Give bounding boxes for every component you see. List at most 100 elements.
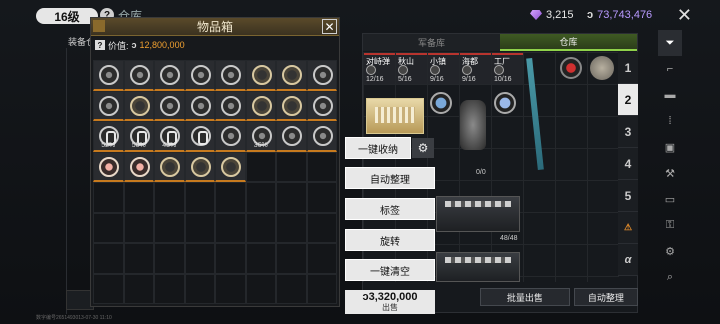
item-slot[interactable]: 52% [93,121,124,152]
item-slot[interactable] [184,121,215,152]
storage-case-item[interactable] [436,252,520,282]
clear-all-button[interactable]: 一键清空 [345,259,435,281]
page-1[interactable]: 1 [618,52,638,84]
empty-slot[interactable] [93,182,124,213]
ammo-icon[interactable]: ⁞ [658,108,682,134]
empty-slot[interactable] [93,243,124,274]
close-screen-icon[interactable]: ✕ [677,5,692,26]
close-icon[interactable]: ✕ [322,19,337,34]
empty-slot[interactable] [276,151,307,182]
pistol-icon[interactable]: ⌐ [658,56,682,82]
item-slot[interactable] [123,60,154,91]
empty-slot[interactable] [184,182,215,213]
item-slot[interactable] [276,60,307,91]
alpha-icon[interactable]: α [618,244,638,276]
empty-slot[interactable] [154,243,185,274]
empty-slot[interactable] [306,212,337,243]
empty-slot[interactable] [154,273,185,304]
item-slot[interactable] [123,90,154,121]
item-slot[interactable] [245,90,276,121]
empty-slot[interactable] [154,182,185,213]
rifle-icon[interactable]: ▬ [658,82,682,108]
empty-slot[interactable] [93,273,124,304]
empty-slot[interactable] [245,212,276,243]
empty-slot[interactable] [306,243,337,274]
armor-vest-item[interactable] [460,100,486,150]
tag-button[interactable]: 标签 [345,198,435,220]
storage-case-item[interactable] [436,196,520,232]
empty-slot[interactable] [123,273,154,304]
item-slot[interactable] [215,60,246,91]
empty-slot[interactable] [123,212,154,243]
empty-slot[interactable] [245,151,276,182]
empty-slot[interactable] [245,182,276,213]
case-icon[interactable]: ▭ [658,186,682,212]
item-slot[interactable] [93,151,124,182]
item-slot[interactable] [245,60,276,91]
filter-icon[interactable]: ⏷ [658,30,682,56]
empty-slot[interactable] [215,212,246,243]
ammo-tag[interactable]: 小镇 9/16 [428,53,459,84]
empty-slot[interactable] [123,243,154,274]
empty-slot[interactable] [276,243,307,274]
key-icon[interactable]: ⚿ [658,212,682,238]
empty-slot[interactable] [184,273,215,304]
empty-slot[interactable] [123,182,154,213]
item-slot[interactable] [184,151,215,182]
item-slot[interactable] [306,121,337,152]
tab-armory[interactable]: 军备库 [363,34,500,51]
empty-slot[interactable] [215,182,246,213]
item-slot[interactable] [306,90,337,121]
page-5[interactable]: 5 [618,180,638,212]
item-slot[interactable] [276,90,307,121]
item-slot[interactable] [215,90,246,121]
sell-button[interactable]: ↄ3,320,000 出售 [345,290,435,314]
gold-crate-item[interactable] [366,98,424,134]
empty-slot[interactable] [184,212,215,243]
medkit-icon[interactable]: ▣ [658,134,682,160]
item-slot[interactable] [154,90,185,121]
item-disc-icon[interactable] [494,92,516,114]
ammo-tag[interactable]: 对峙弹 12/16 [364,53,395,84]
page-3[interactable]: 3 [618,116,638,148]
item-slot[interactable] [154,60,185,91]
quick-store-button[interactable]: 一键收纳 [345,137,411,159]
item-slot[interactable] [184,60,215,91]
empty-slot[interactable] [276,273,307,304]
batch-sell-button[interactable]: 批量出售 [480,288,570,306]
coin-stack-item[interactable] [590,56,614,80]
ammo-tag[interactable]: 工厂 10/16 [492,53,523,84]
settings-icon[interactable]: ⚙ [658,238,682,264]
item-slot[interactable] [123,151,154,182]
item-slot[interactable] [215,121,246,152]
red-disc-item[interactable] [560,57,582,79]
item-slot[interactable] [306,60,337,91]
auto-sort-footer-button[interactable]: 自动整理 [573,288,638,306]
empty-slot[interactable] [306,151,337,182]
tab-warehouse[interactable]: 仓库 [500,34,637,51]
item-disc-icon[interactable] [430,92,452,114]
empty-slot[interactable] [245,243,276,274]
empty-slot[interactable] [154,212,185,243]
item-slot[interactable] [93,90,124,121]
item-slot[interactable]: 43% [154,121,185,152]
ammo-tag[interactable]: 秋山 5/16 [396,53,427,84]
item-slot[interactable] [276,121,307,152]
search-icon[interactable]: ⌕ [658,264,682,290]
empty-slot[interactable] [215,243,246,274]
wrench-icon[interactable]: ⚒ [658,160,682,186]
ammo-tag[interactable]: 海都 9/16 [460,53,491,84]
page-4[interactable]: 4 [618,148,638,180]
page-2[interactable]: 2 [618,84,638,116]
empty-slot[interactable] [184,243,215,274]
empty-slot[interactable] [306,273,337,304]
empty-slot[interactable] [215,273,246,304]
gear-icon[interactable]: ⚙ [412,138,434,158]
info-icon[interactable]: ? [95,40,105,50]
auto-sort-button[interactable]: 自动整理 [345,167,435,189]
rotate-button[interactable]: 旋转 [345,229,435,251]
empty-slot[interactable] [245,273,276,304]
item-slot[interactable]: 50% [123,121,154,152]
empty-slot[interactable] [306,182,337,213]
empty-slot[interactable] [93,212,124,243]
